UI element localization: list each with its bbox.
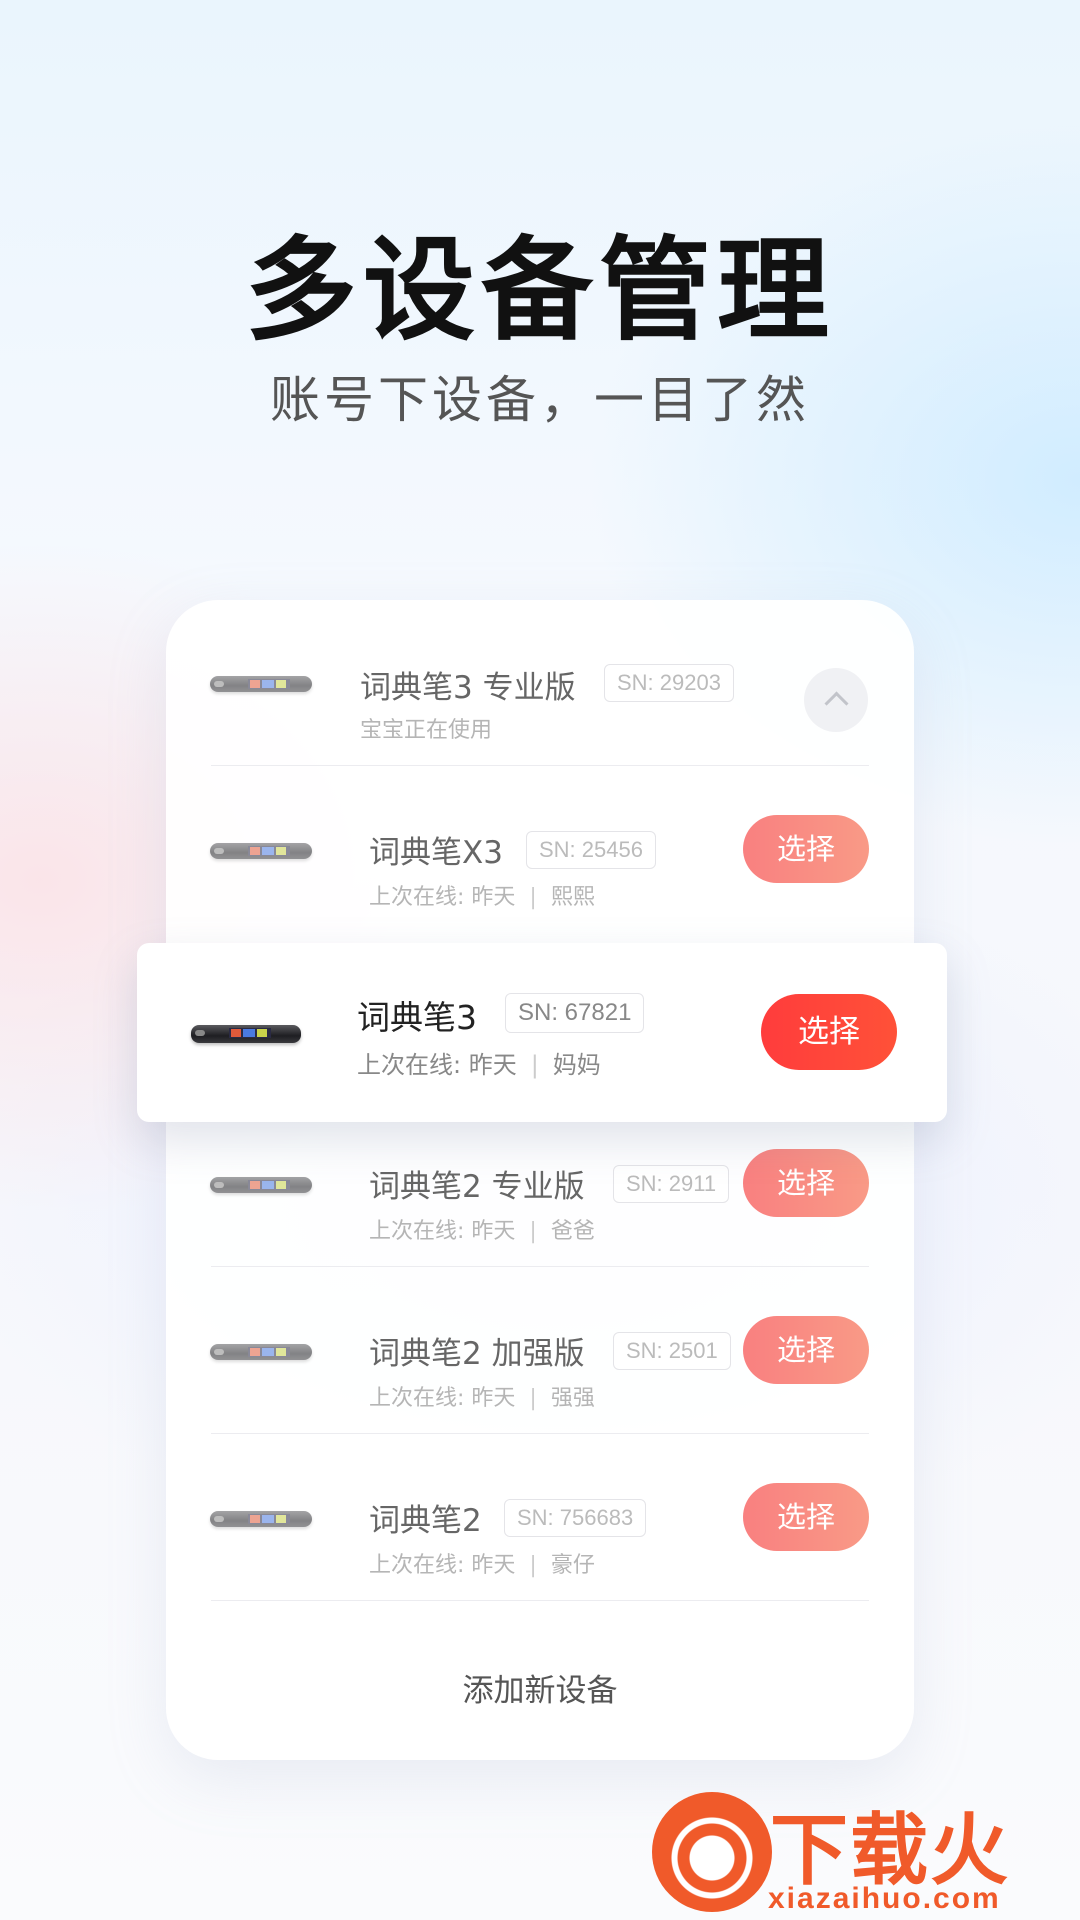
- watermark-url: xiazaihuo.com: [768, 1882, 1001, 1915]
- device-name: 词典笔2: [369, 1503, 482, 1539]
- device-list-card: 词典笔3 专业版 SN: 29203 宝宝正在使用 词典笔X3 SN: 2545…: [166, 600, 914, 1760]
- row-divider: [211, 1433, 869, 1434]
- device-row: 词典笔2 加强版 SN: 2501 上次在线: 昨天 | 强强 选择: [166, 1268, 914, 1434]
- current-device-row: 词典笔3 专业版 SN: 29203 宝宝正在使用: [166, 600, 914, 766]
- hero-subtitle: 账号下设备，一目了然: [270, 371, 810, 429]
- select-button[interactable]: 选择: [743, 1483, 869, 1551]
- watermark-logo-icon: [652, 1792, 772, 1912]
- select-button[interactable]: 选择: [761, 994, 897, 1070]
- featured-device-row: 词典笔3 SN: 67821 上次在线: 昨天 | 妈妈 选择: [137, 943, 947, 1122]
- device-image: [191, 1025, 301, 1043]
- last-online: 上次在线: 昨天: [369, 1386, 516, 1411]
- watermark: 下载火 xiazaihuo.com: [640, 1780, 1080, 1920]
- row-divider: [211, 1266, 869, 1267]
- device-image: [210, 1511, 312, 1527]
- device-sn: SN: 756683: [504, 1499, 647, 1537]
- device-name: 词典笔3 专业版: [360, 670, 576, 706]
- row-divider: [211, 1600, 869, 1601]
- device-row: 词典笔2 SN: 756683 上次在线: 昨天 | 豪仔 选择: [166, 1435, 914, 1601]
- last-online: 上次在线: 昨天: [369, 1553, 516, 1578]
- select-button[interactable]: 选择: [743, 815, 869, 883]
- device-user: 熙熙: [550, 885, 595, 910]
- add-device-button[interactable]: 添加新设备: [166, 1665, 914, 1710]
- chevron-up-icon: [824, 691, 849, 716]
- device-meta: 上次在线: 昨天 | 爸爸: [369, 1213, 595, 1245]
- last-online: 上次在线: 昨天: [357, 1051, 517, 1079]
- separator: |: [529, 1553, 537, 1578]
- device-sn: SN: 25456: [526, 831, 656, 869]
- device-user: 妈妈: [552, 1051, 601, 1079]
- last-online: 上次在线: 昨天: [369, 885, 516, 910]
- select-button[interactable]: 选择: [743, 1149, 869, 1217]
- device-sn: SN: 29203: [604, 664, 734, 702]
- row-divider: [211, 765, 869, 766]
- device-name: 词典笔3: [357, 998, 477, 1037]
- device-meta: 上次在线: 昨天 | 妈妈: [357, 1045, 601, 1080]
- device-sn: SN: 2911: [613, 1165, 730, 1203]
- device-status: 宝宝正在使用: [360, 718, 493, 743]
- device-sn: SN: 67821: [505, 993, 645, 1033]
- device-image: [210, 676, 312, 692]
- device-image: [210, 1177, 312, 1193]
- device-meta: 上次在线: 昨天 | 强强: [369, 1380, 595, 1412]
- device-row: 词典笔2 专业版 SN: 2911 上次在线: 昨天 | 爸爸 选择: [166, 1101, 914, 1267]
- collapse-button[interactable]: [804, 668, 868, 732]
- device-image: [210, 843, 312, 859]
- hero-title: 多设备管理: [245, 226, 835, 356]
- device-user: 爸爸: [550, 1219, 595, 1244]
- device-sn: SN: 2501: [613, 1332, 731, 1370]
- device-row: 词典笔X3 SN: 25456 上次在线: 昨天 | 熙熙 选择: [166, 767, 914, 933]
- separator: |: [529, 1386, 537, 1411]
- separator: |: [529, 885, 537, 910]
- device-user: 强强: [550, 1386, 595, 1411]
- last-online: 上次在线: 昨天: [369, 1219, 516, 1244]
- device-user: 豪仔: [550, 1553, 595, 1578]
- select-button[interactable]: 选择: [743, 1316, 869, 1384]
- device-name: 词典笔2 加强版: [369, 1336, 585, 1372]
- device-meta: 上次在线: 昨天 | 熙熙: [369, 879, 595, 911]
- separator: |: [529, 1219, 537, 1244]
- device-name: 词典笔2 专业版: [369, 1169, 585, 1205]
- device-name: 词典笔X3: [369, 835, 503, 871]
- device-image: [210, 1344, 312, 1360]
- device-meta: 上次在线: 昨天 | 豪仔: [369, 1547, 595, 1579]
- separator: |: [530, 1051, 539, 1079]
